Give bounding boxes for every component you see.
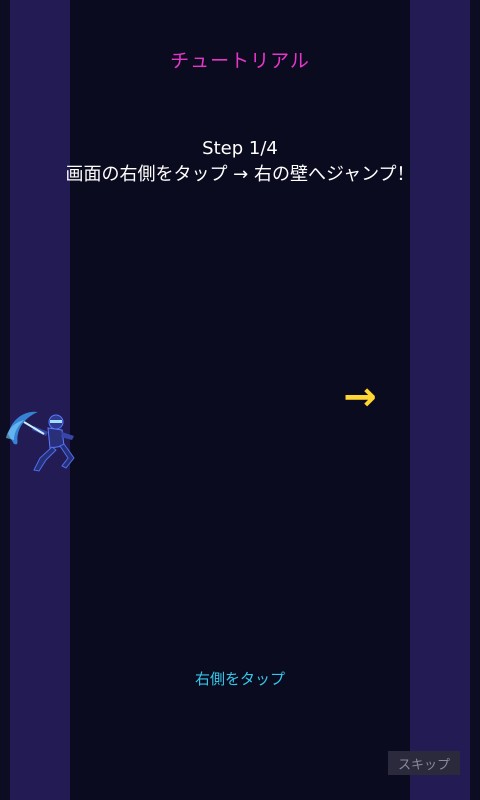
- ninja-character-icon: [6, 411, 75, 472]
- instruction-text: 画面の右側をタップ → 右の壁へジャンプ！: [65, 164, 415, 185]
- step-indicator: Step 1/4: [202, 138, 278, 159]
- tap-hint: 右側をタップ: [194, 670, 285, 688]
- game-stage[interactable]: チュートリアル Step 1/4 画面の右側をタップ → 右の壁へジャンプ！ →…: [0, 0, 480, 800]
- right-arrow-icon: →: [343, 374, 377, 420]
- tutorial-title: チュートリアル: [170, 50, 310, 72]
- skip-button[interactable]: スキップ: [388, 751, 460, 775]
